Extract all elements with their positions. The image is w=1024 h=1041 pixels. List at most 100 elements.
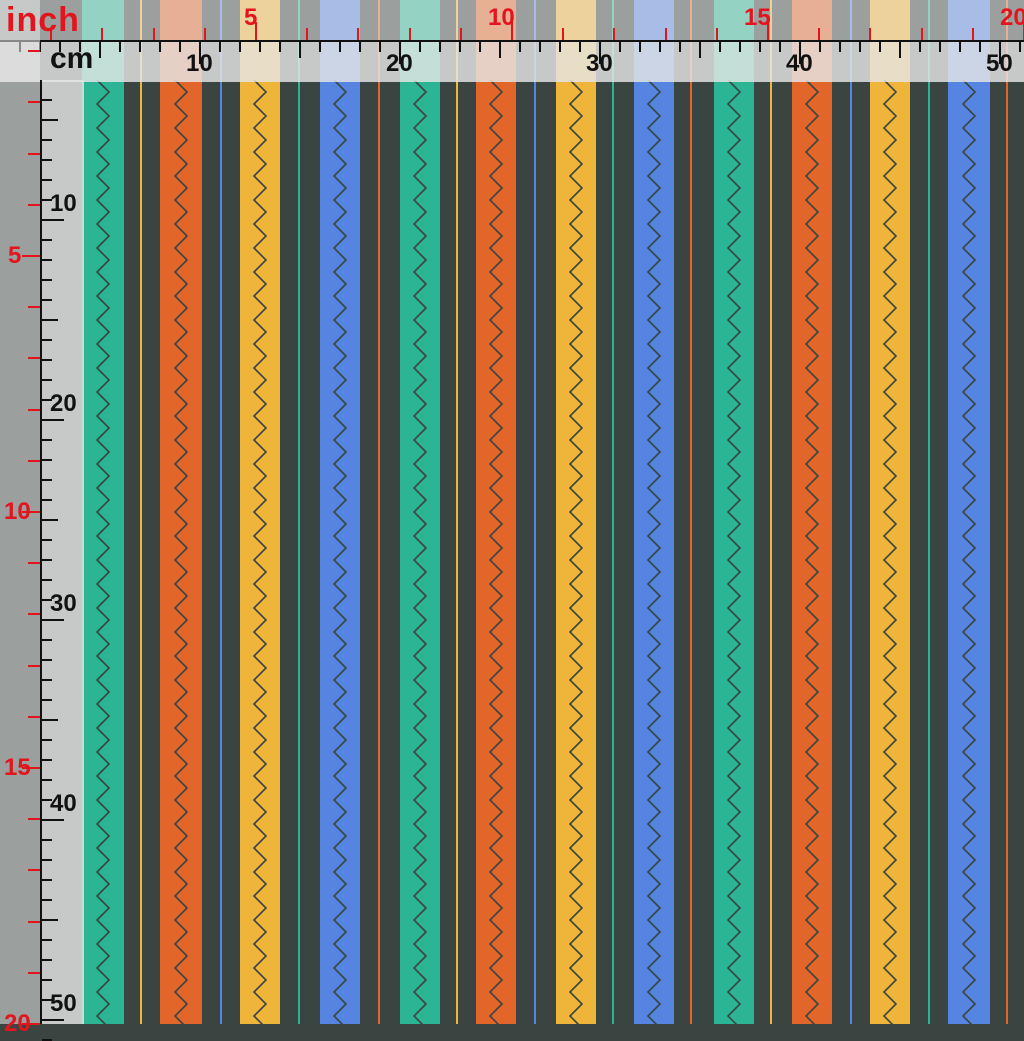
inch-tick — [28, 613, 40, 616]
cm-tick — [899, 42, 901, 58]
inch-tick — [28, 664, 40, 667]
inch-tick — [408, 28, 411, 40]
inch-tick — [613, 28, 616, 40]
stripe-band — [634, 0, 674, 1024]
top-cm-tick-label: 30 — [586, 50, 613, 77]
cm-tick — [519, 42, 521, 52]
cm-tick — [42, 619, 64, 621]
cm-tick — [42, 299, 52, 301]
cm-tick — [939, 42, 941, 52]
inch-tick — [920, 28, 923, 40]
cm-tick — [219, 42, 221, 52]
inch-tick — [28, 562, 40, 565]
inch-tick — [28, 715, 40, 718]
cm-tick — [42, 979, 52, 981]
cm-tick — [42, 439, 52, 441]
thin-stripe — [1006, 0, 1008, 1024]
cm-tick — [1019, 42, 1021, 52]
cm-tick — [42, 459, 52, 461]
inch-tick — [357, 28, 360, 40]
cm-tick — [539, 42, 541, 52]
left-cm-tick-label: 10 — [50, 190, 77, 217]
cm-tick — [759, 42, 761, 52]
cm-tick — [879, 42, 881, 52]
inch-tick — [971, 28, 974, 40]
cm-tick — [159, 42, 161, 52]
cm-tick — [42, 279, 52, 281]
top-cm-tick-label: 50 — [986, 50, 1013, 77]
thin-stripe — [690, 0, 692, 1024]
cm-tick — [42, 759, 52, 761]
cm-tick — [279, 42, 281, 52]
inch-tick — [28, 459, 40, 462]
cm-tick — [639, 42, 641, 52]
cm-tick — [819, 42, 821, 52]
cm-tick — [679, 42, 681, 52]
inch-tick — [22, 255, 40, 257]
thin-stripe — [612, 0, 614, 1024]
stripe-band — [400, 0, 440, 1024]
left-inch-tick-label: 15 — [4, 754, 31, 781]
cm-tick — [42, 859, 52, 861]
stripe-band — [240, 0, 280, 1024]
cm-tick — [359, 42, 361, 52]
stripe-band — [714, 0, 754, 1024]
inch-tick — [869, 28, 872, 40]
cm-tick — [42, 319, 58, 321]
cm-tick — [299, 42, 301, 58]
stripe-band — [870, 0, 910, 1024]
cm-tick — [42, 239, 52, 241]
inch-tick — [28, 101, 40, 104]
cm-tick — [699, 42, 701, 58]
inch-tick — [459, 28, 462, 40]
cm-tick — [339, 42, 341, 52]
stripe-band — [792, 0, 832, 1024]
left-cm-tick-label: 30 — [50, 590, 77, 617]
inch-tick — [28, 408, 40, 411]
inch-tick — [715, 28, 718, 40]
cm-tick — [459, 42, 461, 52]
cm-tick — [379, 42, 381, 52]
cm-tick — [259, 42, 261, 52]
cm-tick — [42, 819, 64, 821]
cm-tick — [42, 639, 52, 641]
cm-tick — [42, 839, 52, 841]
cm-tick — [42, 519, 58, 521]
left-cm-tick-label: 40 — [50, 790, 77, 817]
cm-tick — [42, 159, 52, 161]
cm-tick — [42, 699, 52, 701]
cm-tick — [839, 42, 841, 52]
cm-tick — [499, 42, 501, 58]
top-cm-tick-label: 40 — [786, 50, 813, 77]
cm-tick — [619, 42, 621, 52]
cm-tick — [42, 679, 52, 681]
cm-tick — [139, 42, 141, 52]
cm-tick — [42, 359, 52, 361]
cm-tick — [959, 42, 961, 52]
inch-tick — [203, 28, 206, 40]
inch-tick — [152, 28, 155, 40]
top-inch-tick-label: 5 — [244, 4, 258, 31]
top-inch-tick-label: 15 — [744, 4, 771, 31]
stripe-band — [556, 0, 596, 1024]
cm-tick — [479, 42, 481, 52]
cm-tick — [42, 139, 52, 141]
cm-tick — [859, 42, 861, 52]
cm-tick — [42, 959, 52, 961]
cm-tick — [42, 219, 64, 221]
stripe-band — [476, 0, 516, 1024]
cm-tick — [439, 42, 441, 52]
left-inch-tick-label: 5 — [8, 242, 22, 269]
cm-tick — [42, 559, 52, 561]
inch-tick — [28, 971, 40, 974]
inch-tick — [28, 818, 40, 821]
cm-tick — [42, 1019, 64, 1021]
cm-tick — [42, 879, 52, 881]
cm-tick — [42, 419, 64, 421]
cm-tick — [239, 42, 241, 52]
cm-tick — [739, 42, 741, 52]
inch-tick — [28, 357, 40, 360]
thin-stripe — [770, 0, 772, 1024]
cm-tick — [42, 899, 52, 901]
left-cm-tick-label: 20 — [50, 390, 77, 417]
